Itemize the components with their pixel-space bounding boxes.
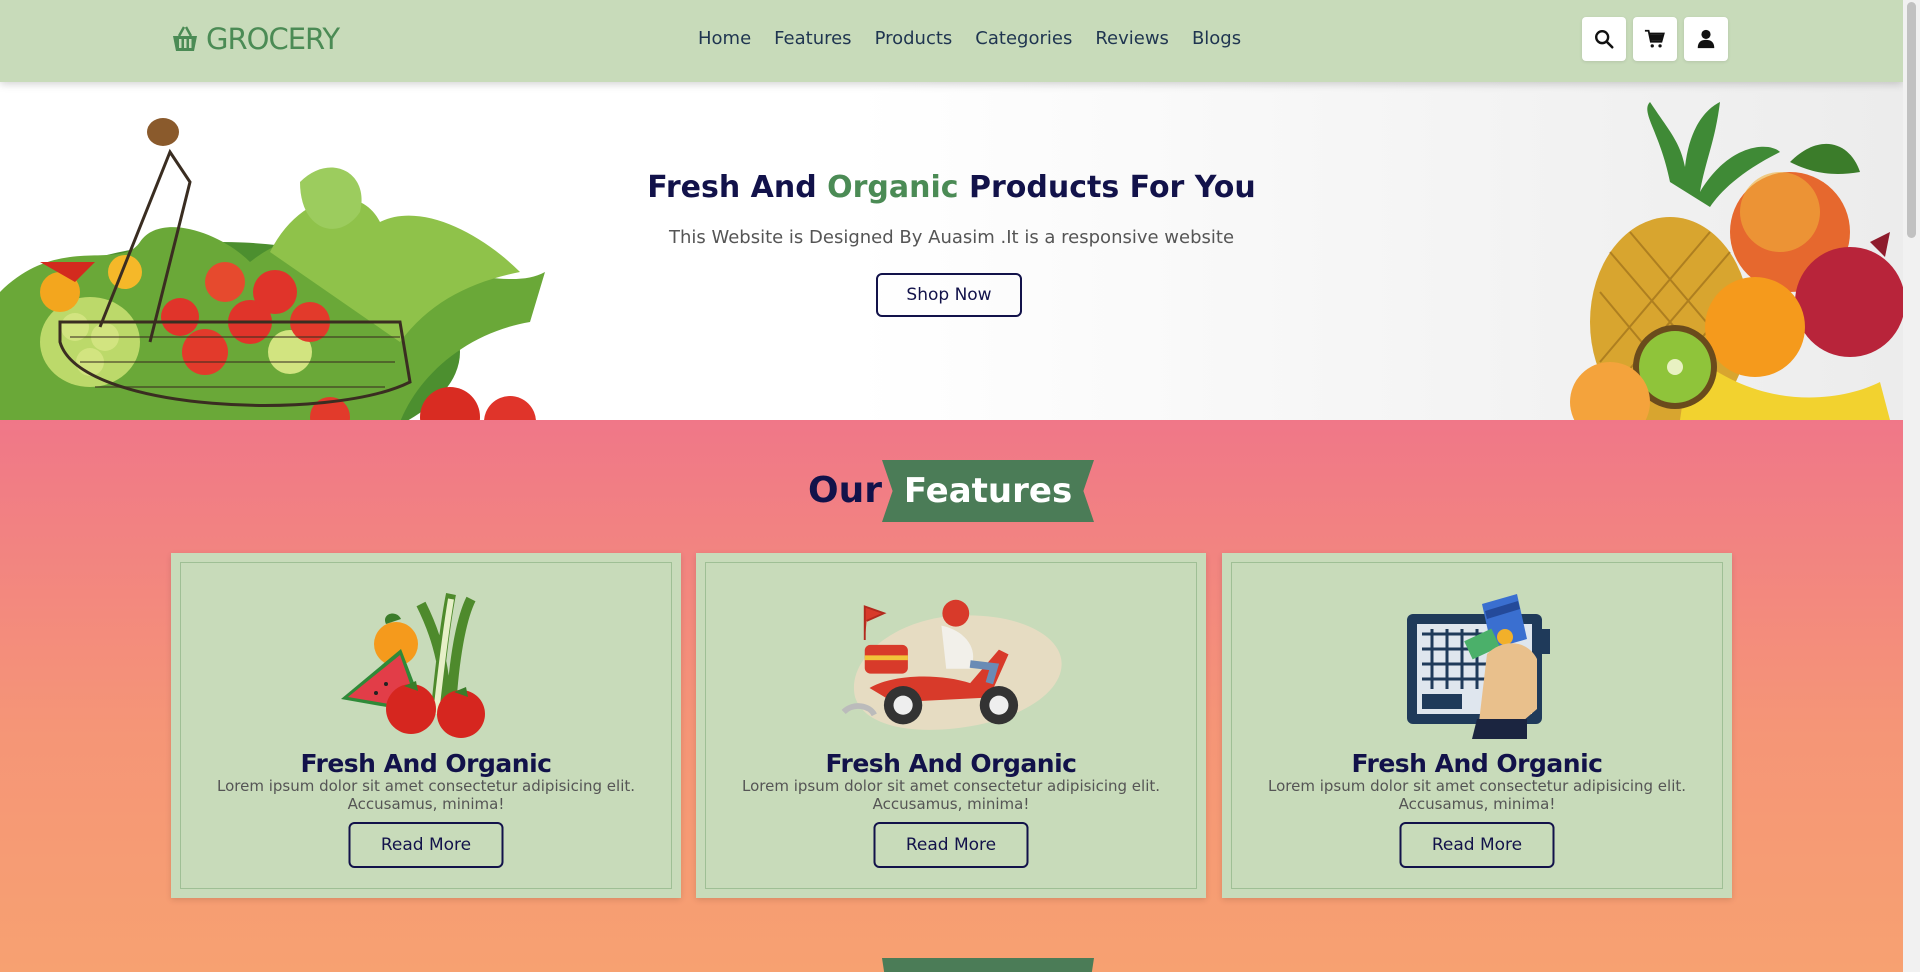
hero-subtitle: This Website is Designed By Auasim .It i… xyxy=(668,227,1235,248)
read-more-button[interactable]: Read More xyxy=(348,822,504,868)
user-button[interactable] xyxy=(1684,17,1728,61)
scrollbar-thumb[interactable] xyxy=(1907,2,1916,238)
nav-reviews[interactable]: Reviews xyxy=(1095,28,1169,49)
vegetable-basket-image xyxy=(0,118,545,420)
logo[interactable]: GROCERY xyxy=(170,22,340,56)
nav-blogs[interactable]: Blogs xyxy=(1192,28,1241,49)
features-heading-ribbon: Features xyxy=(882,460,1094,522)
search-icon xyxy=(1595,30,1614,49)
shop-now-button[interactable]: Shop Now xyxy=(876,273,1022,317)
main-nav: Home Features Products Categories Review… xyxy=(698,28,1241,49)
read-more-button[interactable]: Read More xyxy=(873,822,1029,868)
hero-title: Fresh And Organic Products For You xyxy=(0,170,1903,205)
nav-home[interactable]: Home xyxy=(698,28,751,49)
card-description: Lorem ipsum dolor sit amet consectetur a… xyxy=(216,777,636,813)
user-icon xyxy=(1697,29,1715,49)
nav-features[interactable]: Features xyxy=(774,28,851,49)
read-more-button[interactable]: Read More xyxy=(1399,822,1555,868)
card-title: Fresh And Organic xyxy=(1351,749,1603,778)
logo-text: GROCERY xyxy=(206,22,340,56)
card-description: Lorem ipsum dolor sit amet consectetur a… xyxy=(741,777,1161,813)
payment-terminal-image xyxy=(1407,594,1550,739)
page-scrollbar[interactable] xyxy=(1903,0,1920,972)
features-heading-label: Features xyxy=(903,471,1073,511)
delivery-scooter-image xyxy=(841,599,1062,730)
hero-section: Fresh And Organic Products For You This … xyxy=(0,82,1903,420)
nav-products[interactable]: Products xyxy=(875,28,953,49)
feature-card: Fresh And Organic Lorem ipsum dolor sit … xyxy=(1222,553,1732,898)
hero-title-highlight: Organic xyxy=(827,170,959,205)
basket-icon xyxy=(173,26,197,51)
fruits-image xyxy=(1570,102,1903,420)
fresh-produce-image xyxy=(341,593,485,738)
card-description: Lorem ipsum dolor sit amet consectetur a… xyxy=(1267,777,1687,813)
features-heading-our: Our xyxy=(808,470,882,511)
cart-icon xyxy=(1644,29,1665,48)
feature-card: Fresh And Organic Lorem ipsum dolor sit … xyxy=(171,553,681,898)
page: GROCERY Home Features Products Categorie… xyxy=(0,0,1903,972)
hero-title-part1: Fresh And xyxy=(647,170,828,205)
hero-title-part2: Products For You xyxy=(958,170,1256,205)
nav-categories[interactable]: Categories xyxy=(975,28,1072,49)
feature-card: Fresh And Organic Lorem ipsum dolor sit … xyxy=(696,553,1206,898)
site-header: GROCERY Home Features Products Categorie… xyxy=(0,0,1903,82)
cart-button[interactable] xyxy=(1633,17,1677,61)
card-title: Fresh And Organic xyxy=(825,749,1077,778)
next-section-ribbon xyxy=(882,958,1094,972)
card-title: Fresh And Organic xyxy=(300,749,552,778)
search-button[interactable] xyxy=(1582,17,1626,61)
